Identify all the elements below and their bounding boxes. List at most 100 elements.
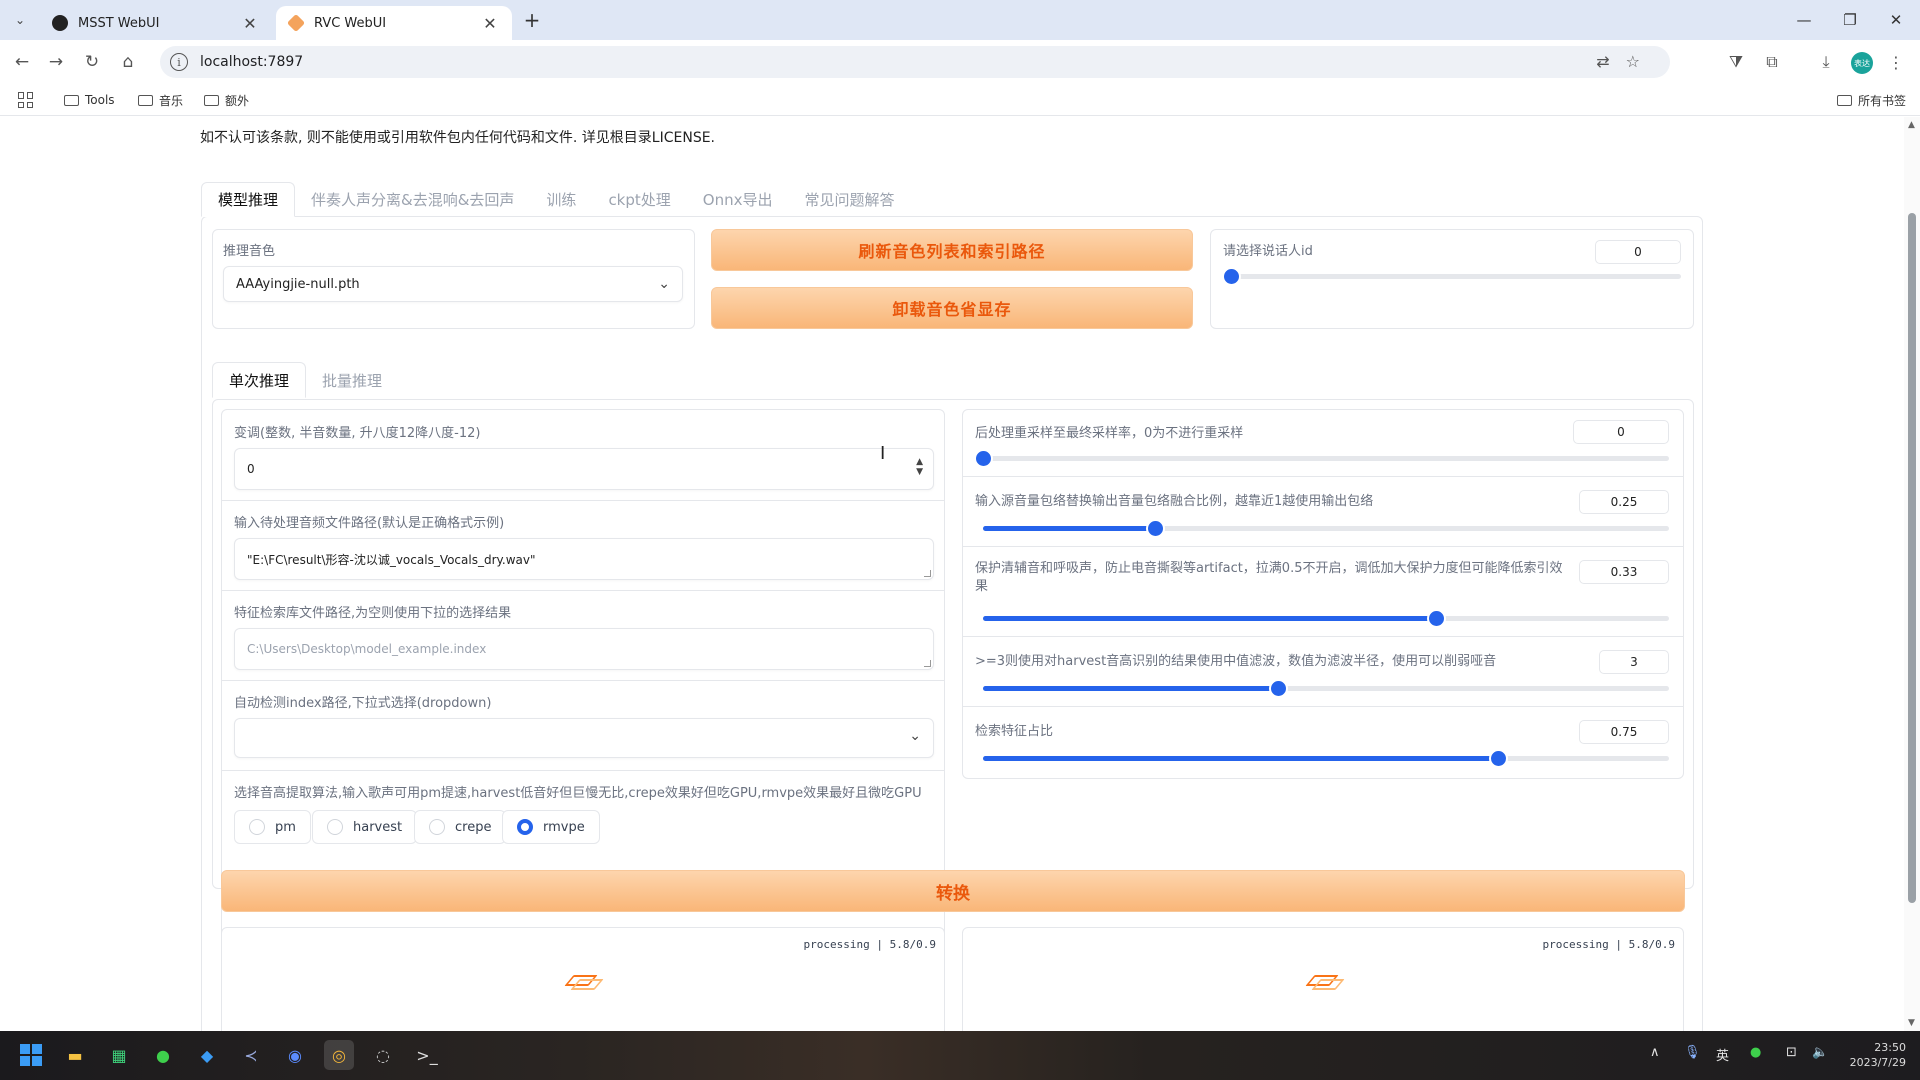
scroll-up-icon[interactable]: ▲ <box>1908 121 1916 130</box>
tab-search-icon[interactable]: ⌄ <box>8 8 32 32</box>
volume-icon[interactable]: 🔈 <box>1812 1045 1828 1060</box>
window-close-icon[interactable]: ✕ <box>1876 6 1916 34</box>
close-icon[interactable]: ✕ <box>240 13 260 33</box>
rms-mix-input[interactable]: 0.25 <box>1579 490 1669 514</box>
microphone-icon[interactable]: 🎙 <box>1684 1045 1701 1060</box>
browser-app-icon[interactable]: ◉ <box>280 1040 310 1070</box>
slider-fill <box>983 526 1155 531</box>
tab-faq[interactable]: 常见问题解答 <box>788 182 910 217</box>
convert-button[interactable]: 转换 <box>221 870 1685 912</box>
new-tab-icon[interactable]: + <box>520 8 544 32</box>
webui-page: 如不认可该条款, 则不能使用或引用软件包内任何代码和文件. 详见根目录LICEN… <box>0 117 1904 1031</box>
site-info-icon[interactable]: i <box>170 53 188 71</box>
rms-mix-slider[interactable] <box>983 521 1669 536</box>
filter-radius-slider[interactable] <box>983 681 1669 696</box>
restore-icon[interactable]: ❐ <box>1830 6 1870 34</box>
tray-chevron-icon[interactable]: ∧ <box>1650 1045 1660 1060</box>
divider <box>222 770 944 771</box>
auto-index-dropdown[interactable]: ⌄ <box>234 718 934 758</box>
slider-thumb[interactable] <box>1147 521 1163 536</box>
reload-icon[interactable]: ↻ <box>80 50 104 74</box>
close-icon[interactable]: ✕ <box>480 13 500 33</box>
radio-harvest[interactable]: harvest <box>312 810 418 844</box>
index-path-field[interactable]: C:\Users\Desktop\model_example.index <box>234 628 934 670</box>
scroll-down-icon[interactable]: ▼ <box>1908 1019 1916 1028</box>
menu-kebab-icon[interactable]: ⋮ <box>1884 50 1908 74</box>
text-cursor-icon: I <box>880 443 886 464</box>
bookmark-extra[interactable]: 额外 <box>204 90 249 110</box>
apps-grid-icon[interactable] <box>18 92 34 108</box>
start-windows-icon[interactable] <box>16 1040 46 1070</box>
terminal-icon[interactable]: >_ <box>412 1040 442 1070</box>
minimize-icon[interactable]: — <box>1784 6 1824 34</box>
wechat-tray-icon[interactable]: ● <box>1750 1045 1761 1060</box>
slider-thumb[interactable] <box>1224 269 1239 284</box>
radio-rmvpe[interactable]: rmvpe <box>502 810 600 844</box>
network-icon[interactable]: ⊡ <box>1786 1045 1797 1060</box>
pitch-input[interactable]: 0 ▲ ▼ <box>234 448 934 490</box>
home-icon[interactable]: ⌂ <box>116 50 140 74</box>
scrollbar-thumb[interactable] <box>1908 213 1916 903</box>
profile-avatar[interactable]: 表达 <box>1851 52 1873 74</box>
extension-icon[interactable]: ⧩ <box>1724 50 1748 74</box>
speaker-id-label: 请选择说话人id <box>1223 244 1313 259</box>
index-path-placeholder: C:\Users\Desktop\model_example.index <box>247 642 487 656</box>
radio-pm[interactable]: pm <box>234 810 311 844</box>
rms-mix-label: 输入源音量包络替换输出音量包络融合比例，越靠近1越使用输出包络 <box>975 494 1374 509</box>
puzzle-icon[interactable]: ⧉ <box>1760 50 1784 74</box>
radio-crepe[interactable]: crepe <box>414 810 507 844</box>
page-scrollbar[interactable]: ▲ ▼ <box>1904 117 1920 1031</box>
speaker-id-input[interactable]: 0 <box>1595 240 1681 264</box>
forward-icon[interactable]: → <box>44 50 68 74</box>
all-bookmarks-label: 所有书签 <box>1857 93 1906 108</box>
speaker-id-slider[interactable] <box>1224 269 1681 284</box>
bookmark-tools[interactable]: Tools <box>64 90 115 110</box>
input-language[interactable]: 英 <box>1716 1045 1729 1064</box>
url-text[interactable]: localhost:7897 <box>200 54 303 70</box>
stepper-icon[interactable]: ▲ ▼ <box>916 457 923 477</box>
filter-radius-input[interactable]: 3 <box>1599 650 1669 674</box>
slider-thumb[interactable] <box>1490 751 1506 766</box>
system-clock[interactable]: 23:50 2023/7/29 <box>1850 1040 1906 1070</box>
store-app-icon[interactable]: ◆ <box>192 1040 222 1070</box>
resample-input[interactable]: 0 <box>1573 420 1669 444</box>
translate-bookmark-icons[interactable]: ⇄☆ <box>1596 52 1656 71</box>
tab-train[interactable]: 训练 <box>530 182 592 217</box>
back-icon[interactable]: ← <box>10 50 34 74</box>
bookmark-music[interactable]: 音乐 <box>138 90 183 110</box>
browser-tab-msst[interactable]: MSST WebUI ✕ <box>40 6 272 40</box>
refresh-voices-button[interactable]: 刷新音色列表和索引路径 <box>711 229 1193 271</box>
address-bar[interactable]: i localhost:7897 ⇄☆ <box>160 46 1670 78</box>
index-rate-slider[interactable] <box>983 751 1669 766</box>
resample-slider[interactable] <box>976 451 1669 466</box>
protect-input[interactable]: 0.33 <box>1579 560 1669 584</box>
tab-batch-inference[interactable]: 批量推理 <box>306 362 398 398</box>
vscode-icon[interactable]: ≺ <box>236 1040 266 1070</box>
resize-handle-icon[interactable] <box>924 660 931 667</box>
slider-thumb[interactable] <box>1270 681 1286 696</box>
spreadsheet-app-icon[interactable]: ▦ <box>104 1040 134 1070</box>
slider-thumb[interactable] <box>1428 611 1444 626</box>
tab-model-inference[interactable]: 模型推理 <box>201 182 296 217</box>
radio-circle-icon <box>327 819 343 835</box>
protect-slider[interactable] <box>983 611 1669 626</box>
tab-ckpt[interactable]: ckpt处理 <box>592 182 686 217</box>
browser-tab-rvc[interactable]: RVC WebUI ✕ <box>276 6 512 40</box>
voice-dropdown[interactable]: AAAyingjie-null.pth ⌄ <box>223 266 683 302</box>
all-bookmarks[interactable]: 所有书签 <box>1836 90 1906 110</box>
folder-icon <box>204 94 219 106</box>
slider-thumb[interactable] <box>976 451 991 466</box>
tab-single-inference[interactable]: 单次推理 <box>212 362 307 398</box>
tab-vocal-separation[interactable]: 伴奏人声分离&去混响&去回声 <box>295 182 530 217</box>
file-explorer-icon[interactable]: ▬ <box>60 1040 90 1070</box>
tab-onnx-export[interactable]: Onnx导出 <box>687 182 789 217</box>
index-rate-input[interactable]: 0.75 <box>1579 720 1669 744</box>
unload-voice-button[interactable]: 卸载音色省显存 <box>711 287 1193 329</box>
resize-handle-icon[interactable] <box>924 570 931 577</box>
chrome-icon[interactable]: ◎ <box>324 1040 354 1070</box>
download-icon[interactable]: ⤓ <box>1814 50 1838 74</box>
slider-fill <box>983 756 1498 761</box>
wechat-icon[interactable]: ● <box>148 1040 178 1070</box>
obs-icon[interactable]: ◌ <box>368 1040 398 1070</box>
input-path-field[interactable]: "E:\FC\result\形容-沈以诚_vocals_Vocals_dry.w… <box>234 538 934 580</box>
